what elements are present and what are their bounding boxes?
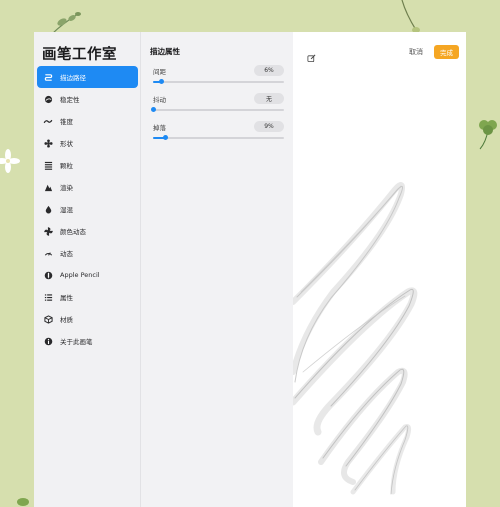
properties-icon [42,291,54,303]
sidebar-item-label: 动态 [60,250,73,258]
sidebar-item-color-dynamics[interactable]: 颜色动态 [37,220,138,242]
brush-preview: 取消 完成 [293,32,466,507]
setting-value[interactable]: 9% [254,121,284,132]
sidebar-item-taper[interactable]: 锥度 [37,110,138,132]
falloff-setting: 掉落 9% [153,121,284,146]
sidebar-item-properties[interactable]: 属性 [37,286,138,308]
sidebar-item-label: 材质 [60,316,73,324]
sidebar-item-label: 颜色动态 [60,228,86,236]
stem-decoration [401,0,420,33]
info-icon [42,335,54,347]
spacing-slider[interactable] [153,79,284,84]
stabilization-icon [42,93,54,105]
grain-icon [42,159,54,171]
dynamics-icon [42,247,54,259]
sidebar-item-apple-pencil[interactable]: Apple Pencil [37,264,138,286]
sidebar-item-shape[interactable]: 形状 [37,132,138,154]
edit-icon[interactable] [307,48,316,67]
bottom-sprig-decoration [17,498,29,506]
clover-decoration [479,120,497,150]
sidebar: 画笔工作室 描边路径 稳定性 锥度 形状 颗粒 渲染 湿混 颜色动态 动态 Ap… [34,32,141,507]
materials-icon [42,313,54,325]
sidebar-item-label: 描边路径 [60,74,86,82]
slider-thumb[interactable] [151,107,156,112]
sidebar-item-label: Apple Pencil [60,271,100,279]
sidebar-item-label: 关于此画笔 [60,338,93,346]
sidebar-item-stabilization[interactable]: 稳定性 [37,88,138,110]
settings-panel: 描边属性 间距 6% 抖动 无 掉落 9% [141,32,293,507]
done-button[interactable]: 完成 [434,45,459,59]
setting-value[interactable]: 无 [254,93,284,104]
sidebar-item-about-brush[interactable]: 关于此画笔 [37,330,138,352]
apple-pencil-icon [42,269,54,281]
brush-stroke-preview [293,182,418,495]
color-dynamics-icon [42,225,54,237]
setting-label: 间距 [153,68,166,76]
setting-value[interactable]: 6% [254,65,284,76]
sidebar-item-stroke-path[interactable]: 描边路径 [37,66,138,88]
taper-icon [42,115,54,127]
sidebar-item-grain[interactable]: 颗粒 [37,154,138,176]
sidebar-item-label: 颗粒 [60,162,73,170]
setting-label: 掉落 [153,124,166,132]
sidebar-item-label: 渲染 [60,184,73,192]
sidebar-item-label: 形状 [60,140,73,148]
brush-studio-window: 画笔工作室 描边路径 稳定性 锥度 形状 颗粒 渲染 湿混 颜色动态 动态 Ap… [34,32,466,507]
cancel-button[interactable]: 取消 [409,47,423,57]
falloff-slider[interactable] [153,135,284,140]
wet-mix-icon [42,203,54,215]
rendering-icon [42,181,54,193]
shape-icon [42,137,54,149]
sidebar-item-label: 属性 [60,294,73,302]
slider-thumb[interactable] [162,135,168,140]
sidebar-item-label: 湿混 [60,206,73,214]
sidebar-item-rendering[interactable]: 渲染 [37,176,138,198]
setting-label: 抖动 [153,96,166,104]
settings-title: 描边属性 [150,47,180,56]
spacing-setting: 间距 6% [153,65,284,90]
jitter-setting: 抖动 无 [151,93,284,118]
sidebar-item-label: 稳定性 [60,96,80,104]
sidebar-item-wet-mix[interactable]: 湿混 [37,198,138,220]
stroke-path-icon [42,71,54,83]
flower-decoration [0,149,20,173]
sidebar-menu: 描边路径 稳定性 锥度 形状 颗粒 渲染 湿混 颜色动态 动态 Apple Pe… [37,66,138,352]
app-title: 画笔工作室 [42,47,117,63]
sidebar-item-dynamics[interactable]: 动态 [37,242,138,264]
sidebar-item-label: 锥度 [60,118,73,126]
sidebar-item-materials[interactable]: 材质 [37,308,138,330]
jitter-slider[interactable] [151,107,284,112]
slider-thumb[interactable] [158,79,164,84]
